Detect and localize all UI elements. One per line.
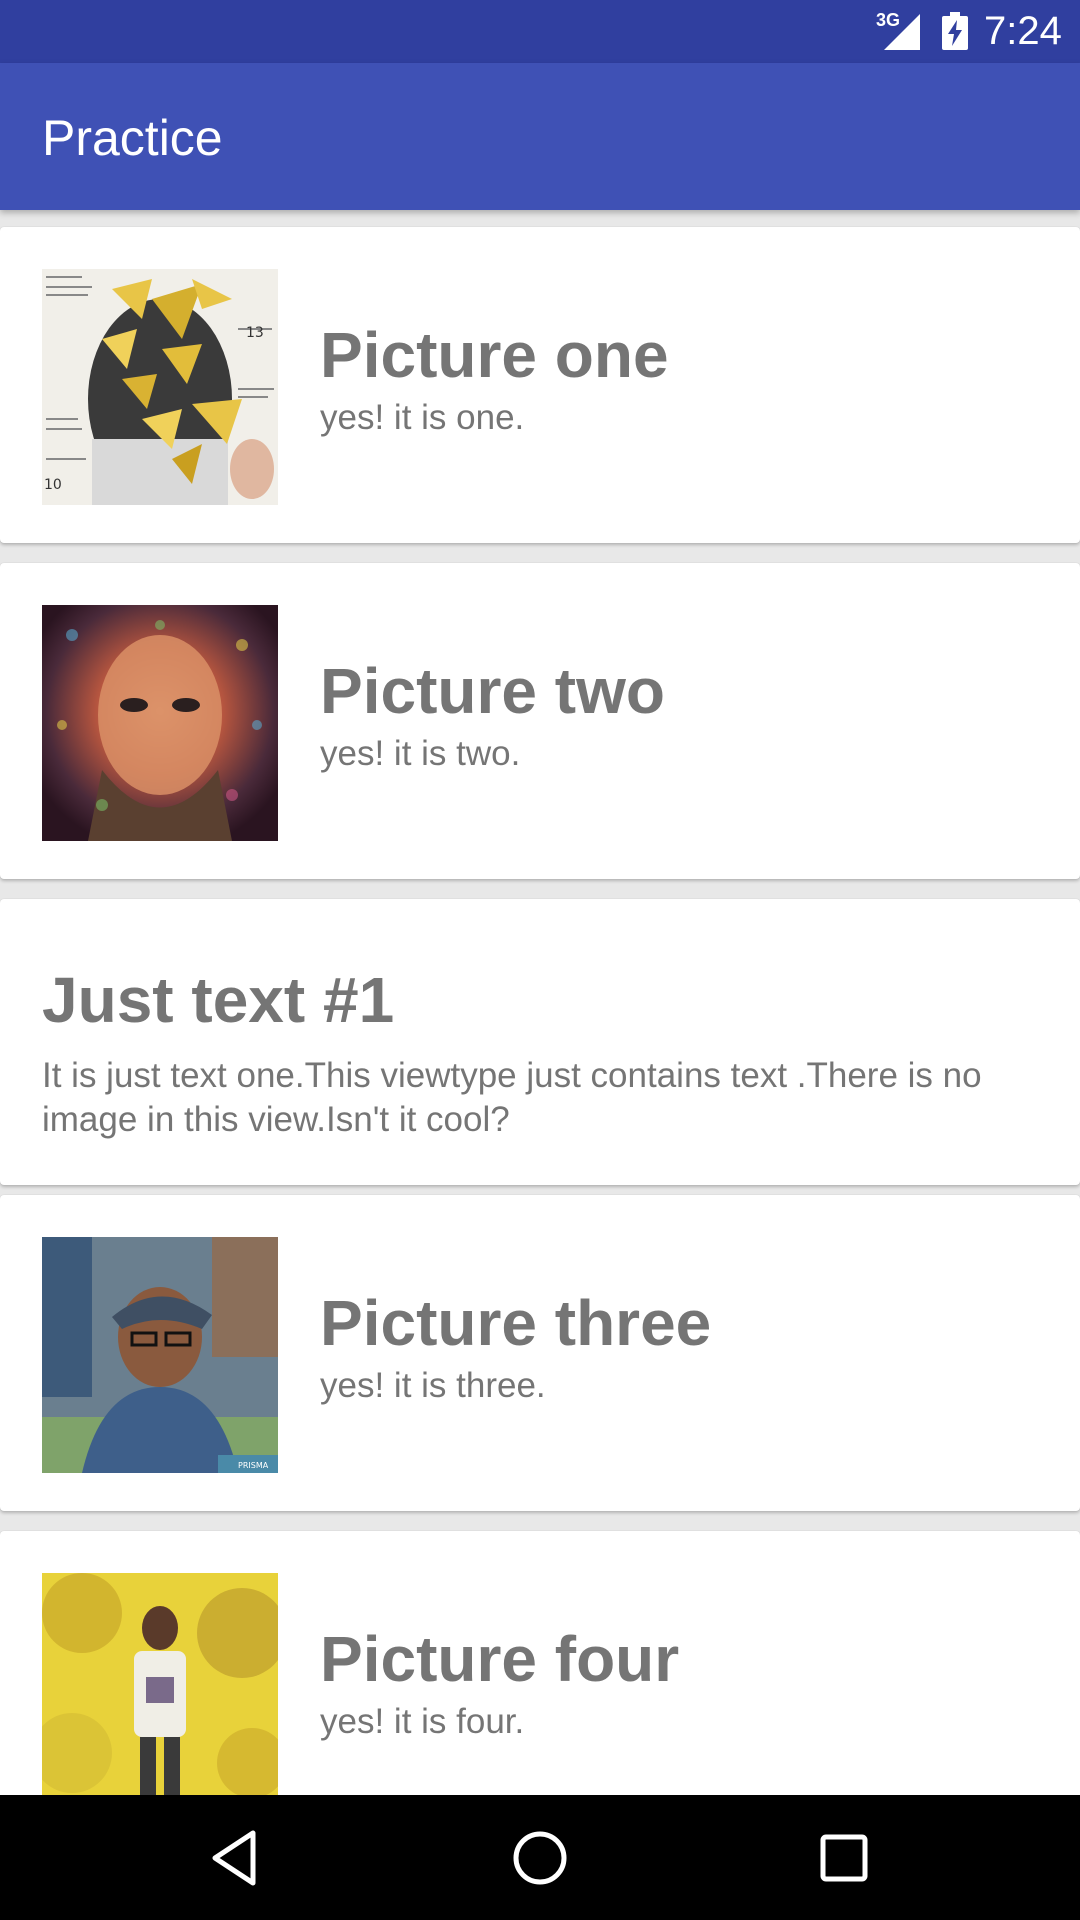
list-item[interactable]: Picture four yes! it is four. (0, 1531, 1080, 1795)
recycler-list[interactable]: 13 10 Picture one yes! it is one. Pictur… (0, 210, 1080, 1795)
list-item[interactable]: Picture two yes! it is two. (0, 563, 1080, 879)
back-icon (212, 1830, 256, 1886)
list-item[interactable]: Just text #1 It is just text one.This vi… (0, 899, 1080, 1185)
list-item[interactable]: 13 10 Picture one yes! it is one. (0, 227, 1080, 543)
svg-text:10: 10 (44, 477, 62, 493)
recents-icon (820, 1834, 868, 1882)
status-bar: 3G 7:24 (0, 0, 1080, 63)
cell-signal-icon (884, 14, 920, 50)
prisma-watermark: PRISMA (238, 1461, 269, 1470)
poster-face-geometric-image: 13 10 (42, 269, 278, 505)
home-button[interactable] (507, 1825, 573, 1891)
home-icon (513, 1831, 567, 1885)
recents-button[interactable] (811, 1825, 877, 1891)
list-item[interactable]: PRISMA Picture three yes! it is three. (0, 1195, 1080, 1511)
man-with-cap-photo: PRISMA (42, 1237, 278, 1473)
svg-text:13: 13 (246, 325, 264, 341)
card-subtitle: yes! it is one. (320, 398, 525, 437)
cell-signal-indicator: 3G (876, 10, 922, 50)
navigation-bar (0, 1795, 1080, 1920)
card-title: Picture two (320, 655, 665, 727)
card-title: Just text #1 (42, 964, 395, 1036)
card-subtitle: yes! it is two. (320, 734, 521, 773)
app-bar: Practice (0, 63, 1080, 210)
card-subtitle: yes! it is three. (320, 1366, 546, 1405)
card-body-text: It is just text one.This viewtype just c… (42, 1056, 982, 1139)
card-title: Picture one (320, 319, 669, 391)
back-button[interactable] (203, 1825, 269, 1891)
man-yellow-background-photo (42, 1573, 278, 1795)
card-title: Picture four (320, 1623, 680, 1695)
status-time: 7:24 (984, 9, 1062, 53)
card-subtitle: yes! it is four. (320, 1702, 525, 1741)
battery-charging-icon (942, 12, 968, 50)
app-title: Practice (42, 110, 223, 166)
mosaic-portrait-image (42, 605, 278, 841)
card-title: Picture three (320, 1287, 712, 1359)
